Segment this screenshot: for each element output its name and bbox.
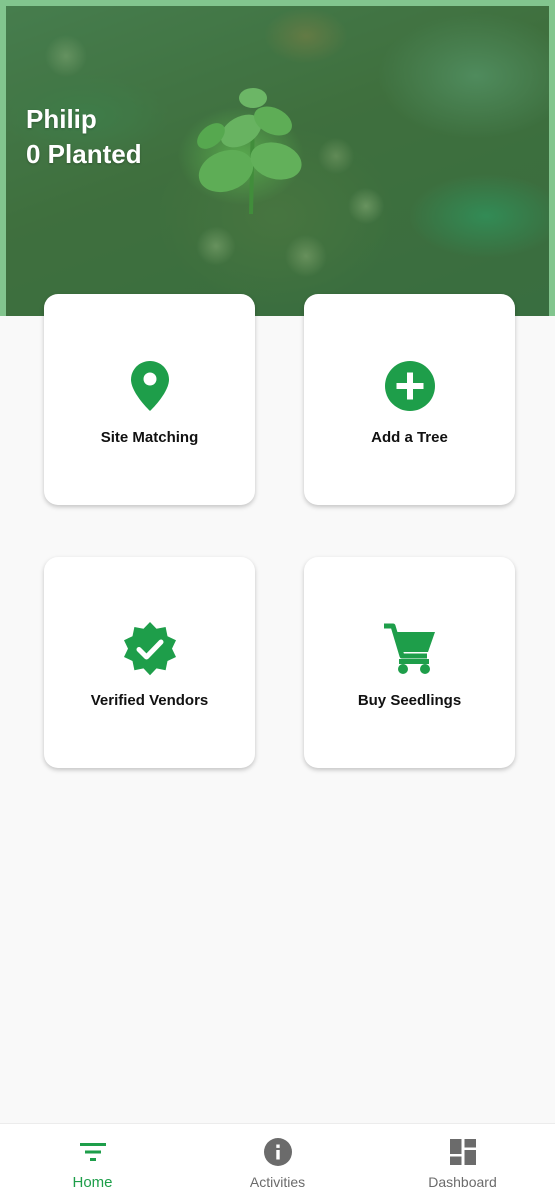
add-circle-icon (382, 358, 438, 414)
hero-greeting: Philip 0 Planted (26, 102, 142, 172)
hero-banner: Philip 0 Planted (0, 0, 555, 316)
buy-seedlings-card[interactable]: Buy Seedlings (304, 557, 515, 768)
filter-list-icon (78, 1137, 108, 1167)
hero-photo: Philip 0 Planted (6, 6, 549, 316)
nav-item-home[interactable]: Home (0, 1124, 185, 1200)
site-matching-card[interactable]: Site Matching (44, 294, 255, 505)
nav-label-dashboard: Dashboard (428, 1174, 497, 1190)
nav-label-activities: Activities (249, 1174, 306, 1190)
nav-label-home: Home (72, 1174, 113, 1191)
site-matching-label: Site Matching (100, 429, 199, 446)
bottom-navigation: Home Activities Dashboard (0, 1123, 555, 1200)
nav-item-dashboard[interactable]: Dashboard (370, 1124, 555, 1200)
planted-count: 0 Planted (26, 139, 142, 169)
nav-item-activities[interactable]: Activities (185, 1124, 370, 1200)
buy-seedlings-label: Buy Seedlings (357, 692, 462, 709)
add-tree-label: Add a Tree (371, 429, 448, 446)
dashboard-icon (448, 1137, 478, 1167)
add-tree-card[interactable]: Add a Tree (304, 294, 515, 505)
verified-vendors-card[interactable]: Verified Vendors (44, 557, 255, 768)
user-name: Philip (26, 104, 97, 134)
verified-vendors-label: Verified Vendors (90, 692, 209, 709)
shopping-cart-icon (382, 621, 438, 677)
info-icon (263, 1137, 293, 1167)
verified-badge-icon (122, 621, 178, 677)
location-pin-icon (122, 358, 178, 414)
